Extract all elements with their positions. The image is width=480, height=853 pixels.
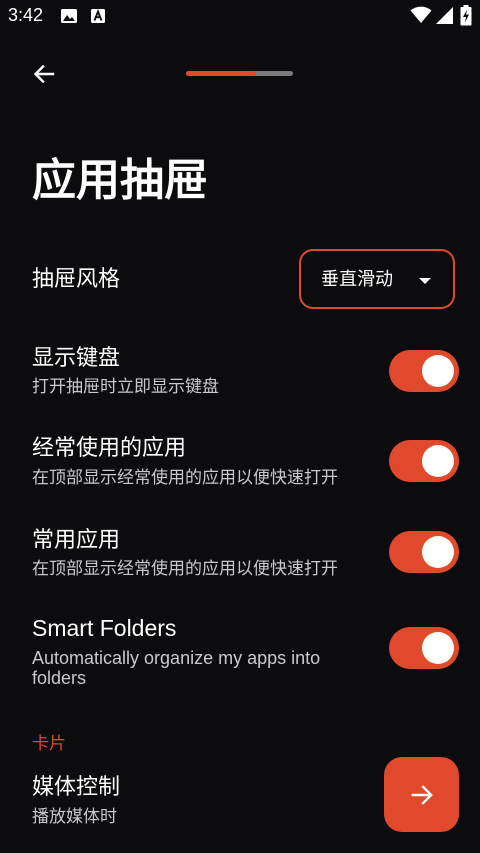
- setting-title: 显示键盘: [32, 346, 121, 371]
- toggle-knob: [422, 355, 454, 387]
- media-control-title: 媒体控制: [32, 775, 121, 800]
- signal-icon: [436, 7, 454, 28]
- drawer-style-dropdown[interactable]: 垂直滑动: [299, 249, 455, 309]
- media-control-open-button[interactable]: [384, 757, 459, 832]
- back-button[interactable]: [22, 52, 66, 96]
- image-icon: [60, 8, 78, 28]
- battery-icon: [460, 5, 472, 30]
- arrow-right-icon: [411, 784, 433, 805]
- setting-title: 常用应用: [32, 528, 121, 553]
- step-progress-fill: [186, 71, 256, 76]
- a-box-icon: [90, 8, 106, 28]
- step-progress-bar: [186, 71, 293, 76]
- setting-title: Smart Folders: [32, 615, 177, 641]
- toggle-knob: [422, 632, 454, 664]
- drawer-style-selected: 垂直滑动: [321, 269, 393, 290]
- setting-subtitle: 在顶部显示经常使用的应用以便快速打开: [32, 559, 338, 579]
- setting-subtitle: Automatically organize my apps into fold…: [32, 648, 321, 688]
- common-apps-toggle[interactable]: [389, 531, 459, 573]
- drawer-style-label: 抽屉风格: [32, 267, 121, 292]
- section-header-cards: 卡片: [32, 734, 66, 754]
- toggle-knob: [422, 536, 454, 568]
- setting-title: 经常使用的应用: [32, 436, 187, 461]
- status-bar: 3:42: [0, 0, 480, 32]
- setting-subtitle: 打开抽屉时立即显示键盘: [32, 377, 219, 397]
- wifi-icon: [410, 6, 432, 28]
- show-keyboard-toggle[interactable]: [389, 350, 459, 392]
- setting-subtitle: 在顶部显示经常使用的应用以便快速打开: [32, 468, 338, 488]
- frequent-apps-toggle[interactable]: [389, 440, 459, 482]
- arrow-left-icon: [33, 64, 55, 84]
- caret-down-icon: [419, 278, 431, 284]
- status-time: 3:42: [8, 5, 44, 25]
- toggle-knob: [422, 445, 454, 477]
- media-control-subtitle: 播放媒体时: [32, 807, 117, 827]
- page-title: 应用抽屉: [32, 155, 208, 206]
- smart-folders-toggle[interactable]: [389, 627, 459, 669]
- top-bar: [0, 50, 480, 100]
